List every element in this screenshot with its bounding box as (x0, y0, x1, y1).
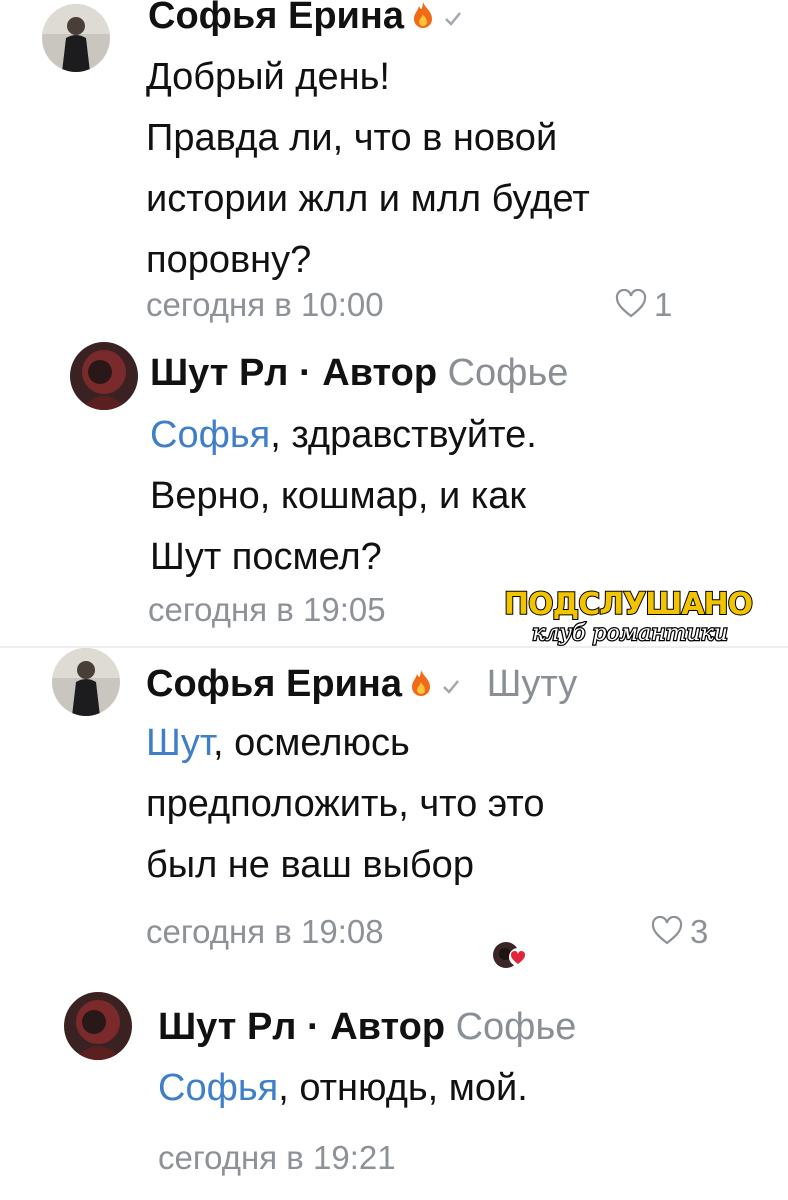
reply-to-link[interactable]: Софье (456, 1006, 577, 1048)
comment-header: Шут Рл · Автор Софье (158, 1005, 576, 1049)
comment-body: , отнюдь, мой. (278, 1067, 528, 1109)
mention-link[interactable]: Софья (158, 1067, 278, 1109)
comment-4: Шут Рл · Автор Софье Софья, отнюдь, мой.… (0, 0, 788, 1200)
author-name[interactable]: Шут Рл · Автор (158, 1006, 445, 1048)
comment-time: сегодня в 19:21 (158, 1139, 396, 1176)
comment-text: Софья, отнюдь, мой. (158, 1058, 528, 1119)
avatar-shut[interactable] (64, 992, 132, 1060)
